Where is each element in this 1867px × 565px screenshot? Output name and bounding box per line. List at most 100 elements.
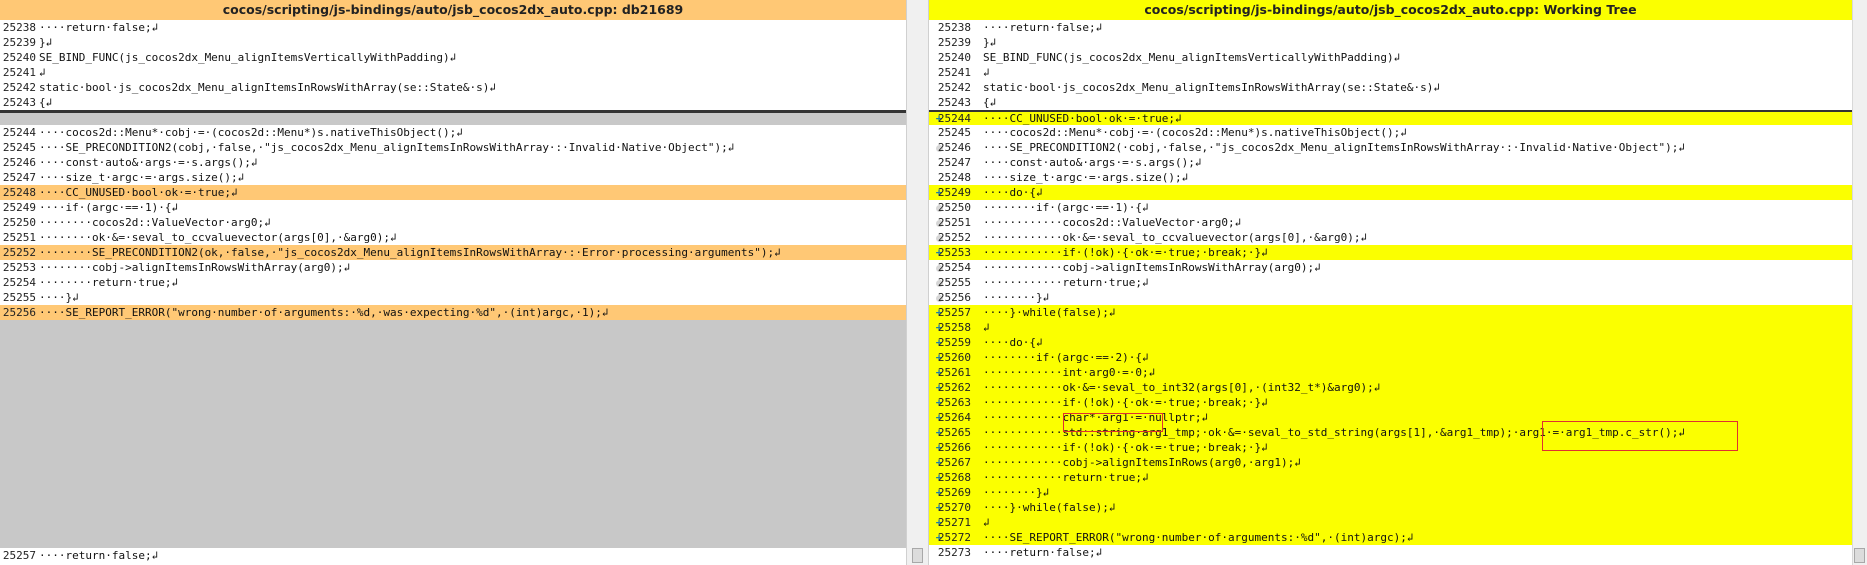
code-line: 25247 ····size_t·argc·=·args.size();↲ — [0, 170, 906, 185]
code-line: 25248 ····CC_UNUSED·bool·ok·=·true;↲ — [0, 185, 906, 200]
line-number: 25241 — [2, 66, 36, 79]
line-number: 25253 — [2, 261, 36, 274]
code-text: ····}·while(false);↲ — [983, 501, 1116, 514]
code-text: }↲ — [39, 36, 53, 49]
code-text: {↲ — [39, 96, 53, 109]
empty-placeholder-row — [0, 113, 906, 125]
code-text: ····SE_REPORT_ERROR("wrong·number·of·arg… — [39, 306, 609, 319]
right-code-lines: 25238 ····return·false;↲ 25239}↲ 25240 SE_BI… — [929, 20, 1852, 560]
code-text: ····CC_UNUSED·bool·ok·=·true;↲ — [983, 112, 1182, 125]
line-number: 25266 — [937, 441, 971, 454]
line-number: 25242 — [2, 81, 36, 94]
code-text: ············if·(!ok)·{·ok·=·true;·break;… — [983, 441, 1268, 454]
code-line: 25261 ············int·arg0·=·0;↲ — [929, 365, 1852, 380]
pane-divider[interactable] — [906, 0, 929, 565]
line-number: 25248 — [2, 186, 36, 199]
line-number: 25252 — [937, 231, 971, 244]
code-text: ············ok·&=·seval_to_ccvaluevector… — [983, 231, 1368, 244]
line-number: 25242 — [937, 81, 971, 94]
code-text: ····cocos2d::Menu*·cobj·=·(cocos2d::Menu… — [39, 126, 463, 139]
right-diff-pane: cocos/scripting/js-bindings/auto/jsb_coc… — [929, 0, 1852, 565]
line-number: 25244 — [2, 126, 36, 139]
code-text: ↲ — [983, 66, 990, 79]
line-number: 25271 — [937, 516, 971, 529]
line-number: 25252 — [2, 246, 36, 259]
line-number: 25245 — [937, 126, 971, 139]
line-number: 25247 — [937, 156, 971, 169]
line-number: 25251 — [2, 231, 36, 244]
code-text: ····cocos2d::Menu*·cobj·=·(cocos2d::Menu… — [983, 126, 1407, 139]
right-scrollbar-thumb[interactable] — [1854, 548, 1865, 563]
code-text: ············return·true;↲ — [983, 276, 1149, 289]
code-line: 25244 ····cocos2d::Menu*·cobj·=·(cocos2d:… — [0, 125, 906, 140]
code-line: 25254 ········return·true;↲ — [0, 275, 906, 290]
line-number: 25253 — [937, 246, 971, 259]
code-line: 25265 ············std::string·arg1_tmp;·o… — [929, 425, 1852, 440]
code-text: ····size_t·argc·=·args.size();↲ — [983, 171, 1189, 184]
code-line: 25243 {↲ — [0, 95, 906, 110]
line-number: 25248 — [937, 171, 971, 184]
line-number: 25244 — [937, 112, 971, 125]
code-text: ····SE_PRECONDITION2(·cobj,·false,·"js_c… — [983, 141, 1685, 154]
code-text: ····const·auto&·args·=·s.args();↲ — [983, 156, 1202, 169]
code-line: 25256 ····SE_REPORT_ERROR("wrong·number·o… — [0, 305, 906, 320]
code-text: ····SE_PRECONDITION2(cobj,·false,·"js_co… — [39, 141, 735, 154]
code-text: ····do·{↲ — [983, 336, 1043, 349]
code-text: ············if·(!ok)·{·ok·=·true;·break;… — [983, 246, 1268, 259]
code-line: 25253 ············if·(!ok)·{·ok·=·true;·b… — [929, 245, 1852, 260]
right-pane-title: cocos/scripting/js-bindings/auto/jsb_coc… — [929, 0, 1852, 20]
code-line: 25247 ····const·auto&·args·=·s.args();↲ — [929, 155, 1852, 170]
code-line: 25272 ····SE_REPORT_ERROR("wrong·number·o… — [929, 530, 1852, 545]
code-text: ········}↲ — [983, 291, 1050, 304]
code-line: 25252 ········SE_PRECONDITION2(ok,·false,… — [0, 245, 906, 260]
line-number: 25239 — [937, 36, 971, 49]
code-line: 25266 ············if·(!ok)·{·ok·=·true;·b… — [929, 440, 1852, 455]
code-text: ····SE_REPORT_ERROR("wrong·number·of·arg… — [983, 531, 1414, 544]
code-text: ····return·false;↲ — [983, 21, 1103, 34]
code-line: 25245 ····SE_PRECONDITION2(cobj,·false,·"… — [0, 140, 906, 155]
line-number: 25249 — [937, 186, 971, 199]
code-line: 25241 ↲ — [929, 65, 1852, 80]
code-line: 25260 ········if·(argc·==·2)·{↲ — [929, 350, 1852, 365]
code-line: 25246 ····const·auto&·args·=·s.args();↲ — [0, 155, 906, 170]
code-line: 25263 ············if·(!ok)·{·ok·=·true;·b… — [929, 395, 1852, 410]
left-scrollbar-thumb[interactable] — [912, 548, 923, 563]
code-text: static·bool·js_cocos2dx_Menu_alignItemsI… — [39, 81, 496, 94]
code-text: ········ok·&=·seval_to_ccvaluevector(arg… — [39, 231, 397, 244]
line-number: 25257 — [2, 549, 36, 562]
code-text: ············cobj->alignItemsInRowsWithAr… — [983, 261, 1321, 274]
line-number: 25241 — [937, 66, 971, 79]
line-number: 25262 — [937, 381, 971, 394]
code-line: 25245 ····cocos2d::Menu*·cobj·=·(cocos2d:… — [929, 125, 1852, 140]
right-scrollbar[interactable] — [1852, 0, 1867, 565]
left-empty-region — [0, 320, 906, 548]
line-number: 25243 — [937, 96, 971, 109]
code-line: 25268 ············return·true;↲ — [929, 470, 1852, 485]
line-number: 25249 — [2, 201, 36, 214]
code-line: 25250 ········if·(argc·==·1)·{↲ — [929, 200, 1852, 215]
code-text: ↲ — [983, 321, 990, 334]
code-text: ············return·true;↲ — [983, 471, 1149, 484]
line-number: 25246 — [2, 156, 36, 169]
line-number: 25273 — [937, 546, 971, 559]
code-line: 25254 ············cobj->alignItemsInRowsW… — [929, 260, 1852, 275]
code-line: 25255 ····}↲ — [0, 290, 906, 305]
code-text: ············cobj->alignItemsInRows(arg0,… — [983, 456, 1301, 469]
line-number: 25255 — [937, 276, 971, 289]
code-line: 25253 ········cobj->alignItemsInRowsWithA… — [0, 260, 906, 275]
code-line: 25258 ↲ — [929, 320, 1852, 335]
code-line: 25243 {↲ — [929, 95, 1852, 110]
line-number: 25260 — [937, 351, 971, 364]
code-text: ········cobj->alignItemsInRowsWithArray(… — [39, 261, 351, 274]
left-diff-pane: cocos/scripting/js-bindings/auto/jsb_coc… — [0, 0, 906, 565]
line-number: 25268 — [937, 471, 971, 484]
code-text: ····}·while(false);↲ — [983, 306, 1116, 319]
code-line: 25249 ····if·(argc·==·1)·{↲ — [0, 200, 906, 215]
code-text: ········SE_PRECONDITION2(ok,·false,·"js_… — [39, 246, 781, 259]
line-number: 25250 — [937, 201, 971, 214]
code-line: 25250 ········cocos2d::ValueVector·arg0;↲ — [0, 215, 906, 230]
line-number: 25256 — [937, 291, 971, 304]
code-line: 25257 ····}·while(false);↲ — [929, 305, 1852, 320]
code-line: 25270 ····}·while(false);↲ — [929, 500, 1852, 515]
line-number: 25254 — [937, 261, 971, 274]
